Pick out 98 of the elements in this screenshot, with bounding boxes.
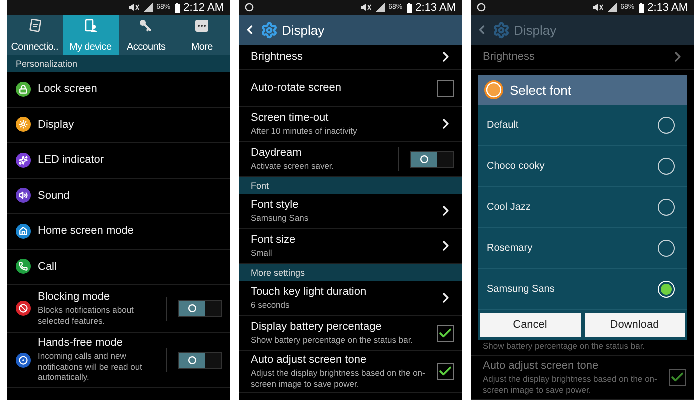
signal-icon: [376, 3, 385, 12]
row-description: Blocks notifications about selected features.: [38, 304, 135, 326]
checkbox[interactable]: [437, 363, 454, 380]
row-title: Lock screen: [38, 83, 98, 96]
row-description: Show battery percentage on the status bar.: [483, 341, 646, 352]
battery-icon: [174, 2, 180, 12]
row-description: After 10 minutes of inactivity: [251, 126, 358, 136]
checkbox[interactable]: [669, 369, 686, 386]
circle-icon: [188, 356, 196, 364]
row-title: Sound: [38, 190, 71, 202]
toggle-switch[interactable]: [410, 150, 454, 168]
font-option[interactable]: Choco cooky: [478, 146, 687, 187]
row-title: Hands-free mode: [38, 337, 124, 350]
settings-row[interactable]: Brightness: [471, 45, 694, 70]
radio-button[interactable]: [658, 240, 675, 256]
row-description: 6 seconds: [251, 300, 291, 310]
signal-icon: [608, 3, 617, 12]
row-title: Blocking mode: [38, 290, 112, 303]
radio-button[interactable]: [658, 116, 675, 134]
font-name: Samsung Sans: [487, 284, 555, 294]
font-option[interactable]: Default: [478, 105, 687, 146]
more-icon: [195, 19, 210, 33]
row-title: Home screen mode: [38, 225, 135, 238]
row-title: Screen time-out: [251, 112, 330, 124]
settings-row[interactable]: Blocking mode Blocks notifications about selected features.: [7, 285, 230, 333]
row-title: Display: [38, 118, 76, 131]
font-name: Default: [487, 120, 519, 130]
section-header: Personalization: [7, 55, 230, 72]
section-header: More settings: [239, 264, 462, 281]
row-title: Auto-rotate screen: [251, 82, 342, 94]
font-badge-icon: [484, 80, 504, 100]
row-description: Samsung Sans: [251, 212, 310, 224]
checkbox[interactable]: [437, 80, 454, 96]
settings-icon: [261, 22, 278, 38]
settings-row[interactable]: Sound: [7, 178, 230, 214]
settings-row[interactable]: Auto adjust screen tone Adjust the display brightness based on the on-screen image to save power.: [471, 356, 694, 400]
row-title: Auto adjust screen tone: [251, 354, 368, 366]
row-title: Font style: [251, 198, 300, 211]
row-title: Brightness: [251, 51, 304, 63]
dialog-title: Select font: [510, 82, 572, 98]
row-title: Auto adjust screen tone: [483, 360, 600, 372]
clock: 2:13 AM: [416, 2, 456, 14]
circle-icon: [420, 154, 428, 164]
settings-row[interactable]: Display: [7, 108, 230, 143]
row-title: Call: [38, 260, 58, 273]
key-icon: [139, 19, 154, 33]
settings-row[interactable]: Hands-free mode Incoming calls and new notifications will be read out automatically.: [7, 333, 230, 388]
settings-row[interactable]: Auto-rotate screen: [239, 70, 462, 107]
clock: 2:13 AM: [648, 2, 688, 14]
toggle-switch[interactable]: [178, 352, 222, 368]
font-name: Choco cooky: [487, 160, 545, 172]
row-description: Small: [251, 248, 274, 258]
mute-icon: [592, 3, 604, 12]
row-description: Show battery percentage on the status bar.: [251, 334, 414, 346]
signal-icon: [144, 3, 153, 12]
radio-button[interactable]: [658, 158, 675, 174]
row-description: Adjust the display brightness based on the on-screen image to save power.: [483, 374, 658, 396]
settings-row[interactable]: Lock screen: [7, 72, 230, 108]
download-button[interactable]: Download: [584, 313, 685, 337]
row-title: Daydream: [251, 146, 303, 159]
cards-icon: [28, 19, 42, 33]
toggle-switch[interactable]: [178, 300, 222, 317]
row-description: Incoming calls and new notifications will be read out automatically.: [38, 351, 144, 383]
battery-icon: [638, 2, 644, 12]
section-header: Font: [239, 177, 462, 194]
settings-row[interactable]: Screen time-out After 10 minutes of inactivity: [239, 107, 462, 142]
row-title: LED indicator: [38, 154, 106, 166]
settings-row[interactable]: Brightness: [239, 45, 462, 70]
settings-icon: [493, 22, 510, 38]
settings-row[interactable]: LED indicator: [7, 143, 230, 178]
mute-icon: [360, 3, 372, 12]
cancel-button[interactable]: Cancel: [480, 313, 580, 337]
settings-row[interactable]: Home screen mode: [7, 214, 230, 250]
circle-icon: [188, 304, 196, 313]
mute-icon: [128, 3, 140, 12]
screen-title: Display: [282, 22, 325, 38]
settings-row[interactable]: Font style Samsung Sans: [239, 194, 462, 229]
font-option[interactable]: Rosemary: [478, 228, 687, 269]
clock: 2:12 AM: [184, 2, 224, 14]
settings-row[interactable]: Auto adjust screen tone Adjust the display brightness based on the on-screen image to save power.: [239, 351, 462, 394]
screen-title: Display: [514, 22, 557, 38]
settings-row[interactable]: Touch key light duration 6 seconds: [239, 281, 462, 316]
settings-row[interactable]: Display battery percentage Show battery percentage on the status bar.: [239, 316, 462, 351]
row-description: Adjust the display brightness based on the on-screen image to save power.: [251, 368, 426, 390]
settings-row[interactable]: Call: [7, 250, 230, 285]
row-description: Activate screen saver.: [251, 160, 336, 172]
radio-button[interactable]: [658, 198, 675, 216]
checkbox[interactable]: [437, 324, 454, 342]
device-user-icon: [84, 19, 98, 33]
font-option[interactable]: Samsung Sans: [478, 269, 687, 310]
font-name: Rosemary: [487, 242, 533, 254]
row-title: Brightness: [483, 51, 536, 63]
row-title: Font size: [251, 234, 297, 246]
row-title: Touch key light duration: [251, 286, 368, 298]
row-title: Display battery percentage: [251, 320, 383, 333]
font-option[interactable]: Cool Jazz: [478, 187, 687, 228]
battery-icon: [406, 2, 412, 12]
font-name: Cool Jazz: [487, 202, 531, 212]
